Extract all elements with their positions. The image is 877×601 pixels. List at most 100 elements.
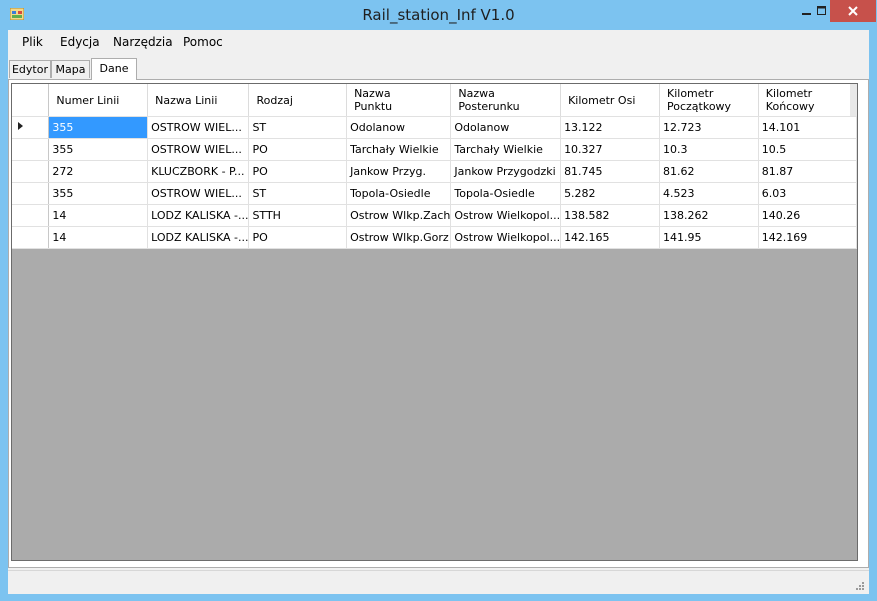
table-cell[interactable]: Ostrow Wlkp.Zach	[346, 204, 452, 227]
table-cell[interactable]: 141.95	[659, 226, 759, 249]
table-cell[interactable]: LODZ KALISKA -...	[147, 204, 250, 227]
table-cell[interactable]: 138.262	[659, 204, 759, 227]
column-header-line1: Rodzaj	[256, 93, 293, 107]
table-cell[interactable]: 355	[48, 182, 149, 205]
column-header-line2: Początkowy	[667, 100, 732, 113]
column-header-line1: Nazwa	[458, 87, 495, 100]
tab-dane[interactable]: Dane	[91, 58, 137, 80]
row-header[interactable]	[12, 116, 50, 139]
table-row[interactable]: 14 LODZ KALISKA -... PO Ostrow Wlkp.Gorz…	[12, 226, 857, 249]
table-cell[interactable]: 355	[48, 138, 149, 161]
status-bar	[8, 570, 869, 594]
table-cell[interactable]: 81.62	[659, 160, 759, 183]
table-cell[interactable]: Jankow Przyg.	[346, 160, 452, 183]
table-cell[interactable]: Jankow Przygodzki	[450, 160, 562, 183]
table-cell[interactable]: 4.523	[659, 182, 759, 205]
table-cell[interactable]: LODZ KALISKA -...	[147, 226, 250, 249]
column-header[interactable]: Numer Linii	[48, 84, 149, 117]
table-cell[interactable]: ST	[248, 182, 348, 205]
table-cell[interactable]: Topola-Osiedle	[346, 182, 452, 205]
table-cell[interactable]: Topola-Osiedle	[450, 182, 562, 205]
table-cell[interactable]: 12.723	[659, 116, 759, 139]
table-cell[interactable]: Ostrow Wielkopol...	[450, 204, 562, 227]
row-header[interactable]	[12, 160, 50, 183]
column-header[interactable]: Nazwa Linii	[147, 84, 250, 117]
table-cell[interactable]: 10.3	[659, 138, 759, 161]
row-header[interactable]	[12, 182, 50, 205]
table-cell[interactable]: OSTROW WIEL...	[147, 182, 250, 205]
resize-grip-icon[interactable]	[855, 581, 865, 591]
table-cell[interactable]: 5.282	[560, 182, 660, 205]
grid-scrollbar-stub	[850, 84, 857, 116]
column-header-line2: Posterunku	[458, 100, 520, 113]
menu-narzedzia[interactable]: Narzędzia	[113, 35, 173, 49]
tab-page-dane: Numer Linii Nazwa Linii Rodzaj Nazwa Punk…	[8, 79, 869, 568]
tab-mapa[interactable]: Mapa	[51, 60, 90, 78]
table-cell[interactable]: 81.87	[758, 160, 857, 183]
column-header-line1: Nazwa	[354, 87, 391, 100]
table-cell[interactable]: PO	[248, 138, 348, 161]
header-row: Numer Linii Nazwa Linii Rodzaj Nazwa Punk…	[12, 84, 857, 117]
table-cell[interactable]: Odolanow	[346, 116, 452, 139]
column-header[interactable]: Nazwa Posterunku	[450, 84, 562, 117]
row-header[interactable]	[12, 138, 50, 161]
table-cell[interactable]: 10.327	[560, 138, 660, 161]
table-cell[interactable]: 138.582	[560, 204, 660, 227]
table-cell[interactable]: Ostrow Wielkopol...	[450, 226, 562, 249]
table-row[interactable]: 355 OSTROW WIEL... ST Topola-Osiedle Top…	[12, 182, 857, 205]
table-cell[interactable]: Ostrow Wlkp.Gorz	[346, 226, 452, 249]
close-icon	[848, 6, 858, 16]
table-cell[interactable]: 272	[48, 160, 149, 183]
menu-pomoc[interactable]: Pomoc	[183, 35, 223, 49]
table-cell[interactable]: 10.5	[758, 138, 857, 161]
table-cell[interactable]: 142.165	[560, 226, 660, 249]
column-header-line1: Kilometr	[667, 87, 714, 100]
table-cell[interactable]: OSTROW WIEL...	[147, 138, 250, 161]
table-cell[interactable]: 81.745	[560, 160, 660, 183]
column-header-line1: Numer Linii	[56, 93, 120, 107]
app-window: Rail_station_Inf V1.0 Plik Edycja Narzęd…	[0, 0, 877, 601]
menu-plik[interactable]: Plik	[22, 35, 43, 49]
table-cell[interactable]: Tarchały Wielkie	[346, 138, 452, 161]
table-cell[interactable]: 14	[48, 204, 149, 227]
menu-edycja[interactable]: Edycja	[60, 35, 100, 49]
table-row[interactable]: 355 OSTROW WIEL... PO Tarchały Wielkie T…	[12, 138, 857, 161]
table-cell[interactable]: 6.03	[758, 182, 857, 205]
tab-edytor[interactable]: Edytor	[9, 60, 51, 78]
row-header[interactable]	[12, 226, 50, 249]
column-header-line1: Nazwa Linii	[155, 93, 218, 107]
table-cell[interactable]: PO	[248, 226, 348, 249]
column-header-line1: Kilometr	[765, 87, 813, 100]
table-cell[interactable]: 14	[48, 226, 149, 249]
table-cell[interactable]: 142.169	[758, 226, 857, 249]
column-header[interactable]: Rodzaj	[248, 84, 348, 117]
data-table: Numer Linii Nazwa Linii Rodzaj Nazwa Punk…	[12, 84, 857, 249]
table-row[interactable]: 355 OSTROW WIEL... ST Odolanow Odolanow …	[12, 116, 857, 139]
window-title: Rail_station_Inf V1.0	[362, 6, 515, 24]
column-header[interactable]: Kilometr Początkowy	[659, 84, 759, 117]
table-cell[interactable]: PO	[248, 160, 348, 183]
table-cell[interactable]: KLUCZBORK - P...	[147, 160, 250, 183]
corner-header[interactable]	[12, 84, 50, 117]
table-cell[interactable]: Odolanow	[450, 116, 562, 139]
column-header[interactable]: Kilometr Osi	[560, 84, 660, 117]
table-cell[interactable]: 355	[48, 116, 149, 139]
row-header[interactable]	[12, 204, 50, 227]
table-cell[interactable]: 14.101	[758, 116, 857, 139]
tab-strip: Edytor Mapa Dane	[8, 58, 869, 80]
title-bar[interactable]: Rail_station_Inf V1.0	[0, 0, 877, 30]
close-button[interactable]	[830, 0, 876, 22]
table-cell[interactable]: Tarchały Wielkie	[450, 138, 562, 161]
table-cell[interactable]: STTH	[248, 204, 348, 227]
data-grid[interactable]: Numer Linii Nazwa Linii Rodzaj Nazwa Punk…	[11, 83, 858, 561]
table-row[interactable]: 272 KLUCZBORK - P... PO Jankow Przyg. Ja…	[12, 160, 857, 183]
column-header[interactable]: Nazwa Punktu	[346, 84, 452, 117]
maximize-icon	[816, 6, 826, 15]
table-row[interactable]: 14 LODZ KALISKA -... STTH Ostrow Wlkp.Za…	[12, 204, 857, 227]
table-cell[interactable]: 140.26	[758, 204, 857, 227]
column-header-line2: Końcowy	[765, 100, 815, 113]
table-cell[interactable]: OSTROW WIEL...	[147, 116, 250, 139]
column-header[interactable]: Kilometr Końcowy	[758, 84, 857, 117]
table-cell[interactable]: ST	[248, 116, 348, 139]
table-cell[interactable]: 13.122	[560, 116, 660, 139]
